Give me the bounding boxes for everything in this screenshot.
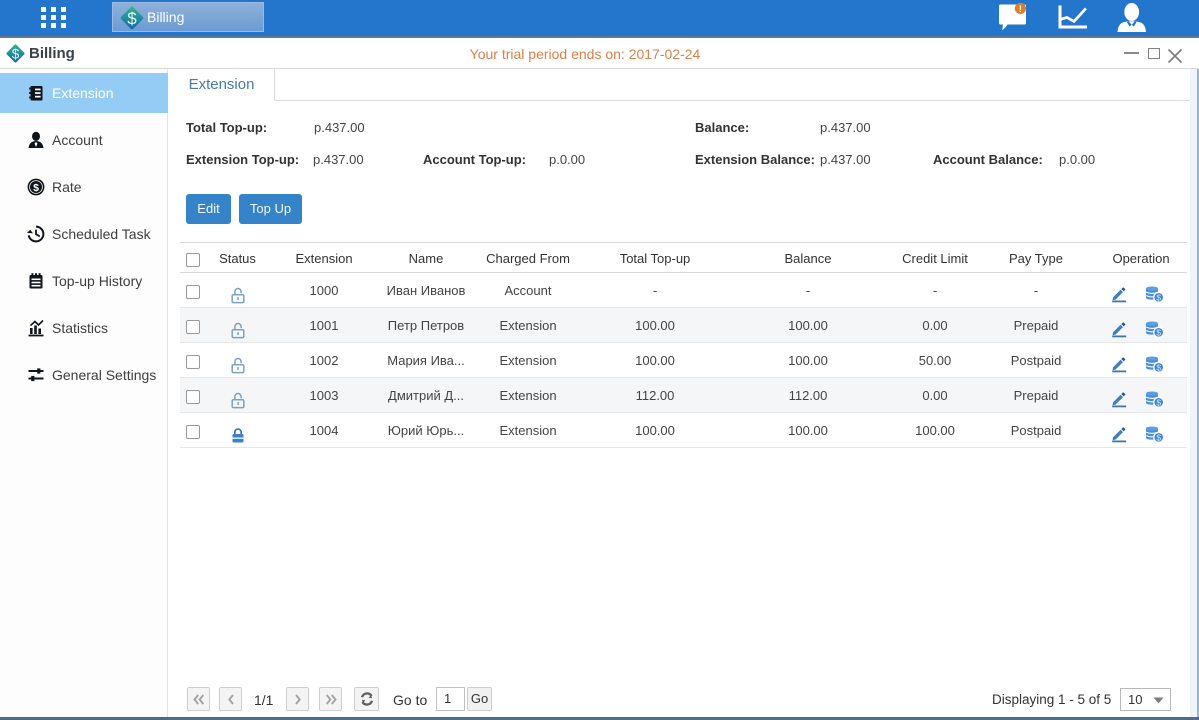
svg-text:!: ! <box>1019 4 1022 14</box>
svg-text:$: $ <box>33 182 39 194</box>
svg-text:$: $ <box>127 9 137 28</box>
svg-text:$: $ <box>1156 432 1161 442</box>
svg-text:$: $ <box>1156 362 1161 372</box>
svg-text:$: $ <box>1156 397 1161 407</box>
svg-text:$: $ <box>1156 327 1161 337</box>
svg-text:$: $ <box>1156 292 1161 302</box>
